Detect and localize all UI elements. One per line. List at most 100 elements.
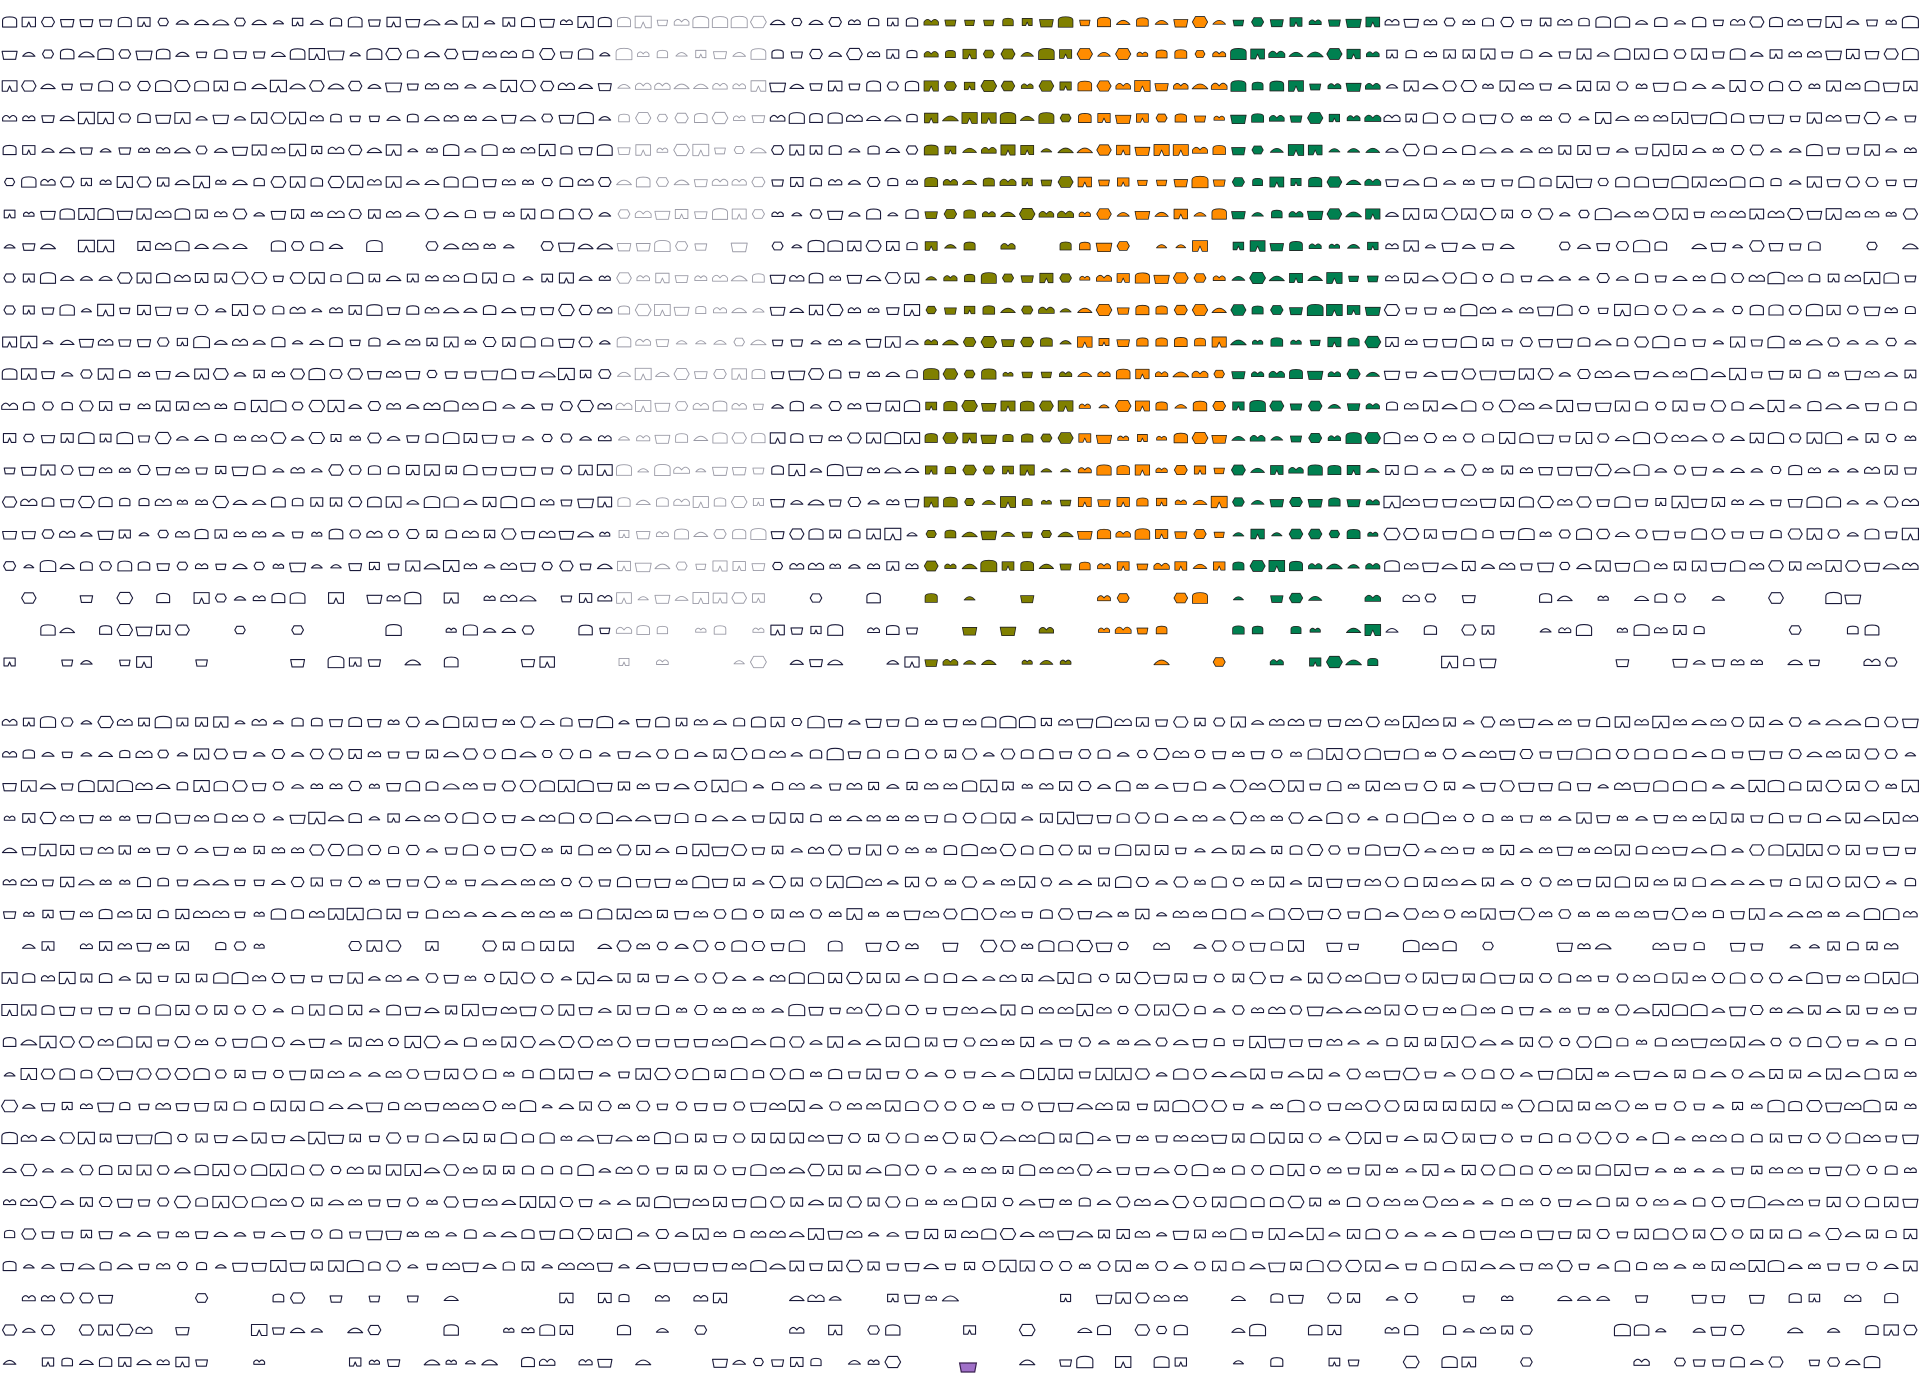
sprite-item (1057, 531, 1074, 538)
sprite-item (637, 468, 650, 473)
sprite-item (1, 1099, 19, 1113)
sprite-item (809, 909, 823, 919)
sprite-item (195, 145, 208, 155)
sprite-item (195, 973, 208, 983)
sprite-item (328, 748, 344, 760)
sprite-item (98, 275, 113, 281)
sprite-item (251, 1036, 268, 1048)
sprite-item (271, 496, 286, 508)
sprite-item (1136, 113, 1149, 123)
sprite-item (1692, 339, 1706, 347)
sprite-item (406, 273, 419, 283)
sprite-item (77, 1131, 95, 1145)
sprite-item (906, 113, 918, 123)
sprite-item (1345, 1102, 1362, 1110)
sprite-item (1327, 404, 1342, 409)
sprite-item (252, 305, 266, 315)
sprite-item (1134, 1324, 1151, 1336)
sprite-item (731, 815, 747, 821)
sprite-item (579, 1101, 592, 1111)
sprite-item (97, 47, 114, 61)
sprite-item (1136, 51, 1149, 57)
sprite-item (1021, 18, 1033, 26)
sprite-item (368, 1199, 381, 1207)
sprite-item (944, 1069, 957, 1079)
sprite-item (1519, 815, 1533, 823)
sprite-item (1731, 1069, 1744, 1079)
sprite-item (1115, 82, 1131, 90)
sprite-item (1326, 48, 1343, 60)
sprite-item (214, 529, 228, 539)
sprite-item (1884, 307, 1898, 314)
sprite-item (884, 115, 902, 122)
sprite-item (848, 212, 861, 217)
sprite-item (1424, 1133, 1437, 1143)
sprite-item (521, 1229, 535, 1239)
sprite-item (942, 432, 959, 444)
sprite-item (1614, 16, 1631, 28)
sprite-item (1250, 467, 1265, 473)
sprite-item (253, 561, 265, 571)
sprite-item (251, 1164, 268, 1176)
sprite-item (348, 716, 363, 728)
sprite-item (1826, 1068, 1842, 1080)
sprite-item (348, 209, 362, 219)
sprite-item (1825, 431, 1843, 445)
sprite-item (1327, 371, 1341, 378)
sprite-item (848, 529, 861, 539)
sprite-item (310, 564, 323, 569)
sprite-item (1001, 1039, 1015, 1046)
sprite-item (676, 845, 688, 855)
sprite-item (1268, 1228, 1285, 1240)
sprite-item (1729, 1262, 1746, 1270)
sprite-item (1137, 434, 1148, 442)
sprite-item (1462, 1328, 1475, 1333)
sprite-item (1346, 1068, 1361, 1080)
sprite-item (827, 659, 844, 666)
sprite-item (904, 876, 920, 888)
sprite-item (1847, 436, 1859, 441)
sprite-item (1346, 48, 1361, 60)
sprite-item (1846, 340, 1859, 345)
sprite-item (558, 812, 575, 824)
sprite-item (1230, 80, 1247, 92)
sprite-item (1289, 307, 1303, 316)
sprite-item (538, 1039, 556, 1046)
sprite-item (579, 435, 593, 441)
sprite-item (1403, 748, 1419, 760)
sprite-item (1463, 813, 1475, 823)
sprite-item (1462, 1133, 1475, 1143)
sprite-item (999, 715, 1017, 729)
sprite-item (1826, 304, 1841, 316)
sprite-item (1691, 751, 1707, 758)
sprite-item (138, 532, 150, 537)
sprite-item (1232, 845, 1245, 855)
sprite-item (271, 592, 286, 604)
sprite-item (215, 179, 227, 185)
sprite-item (981, 1071, 997, 1078)
sprite-item (1787, 208, 1804, 220)
sprite-item (367, 432, 382, 444)
sprite-item (40, 1068, 56, 1080)
sprite-item (97, 111, 114, 125)
sprite-item (827, 1134, 843, 1144)
sprite-item (1269, 400, 1285, 412)
sprite-item (1, 972, 18, 984)
sprite-item (1288, 940, 1304, 952)
sprite-item (463, 716, 478, 728)
sprite-item (174, 624, 190, 636)
sprite-item (1576, 1199, 1592, 1206)
sprite-item (233, 435, 247, 441)
sprite-item (1710, 400, 1727, 412)
sprite-item (1461, 624, 1477, 636)
sprite-item (1076, 1003, 1094, 1017)
sprite-item (1155, 1232, 1168, 1237)
sprite-item (1556, 338, 1573, 348)
sprite-item (175, 1356, 190, 1368)
sprite-item (1, 50, 18, 60)
sprite-item (1212, 401, 1226, 411)
sprite-item (1559, 1037, 1571, 1047)
sprite-item (3, 244, 16, 249)
sprite-item (444, 83, 459, 90)
sprite-item (1078, 749, 1092, 759)
